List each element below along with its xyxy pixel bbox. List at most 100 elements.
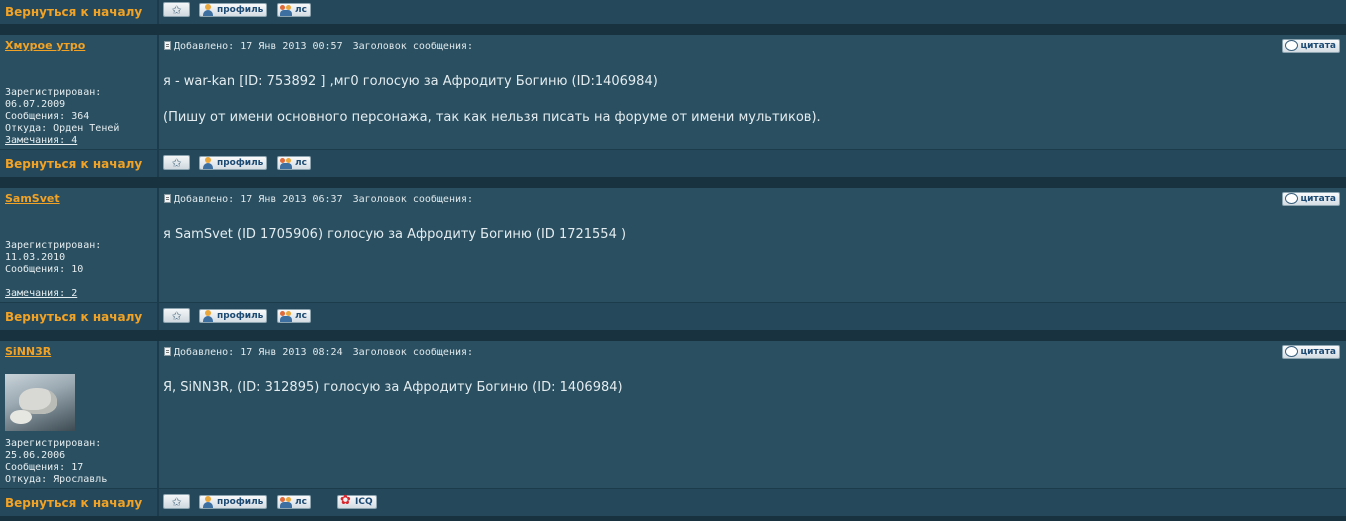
- footer-right-cell: ✩ профиль лс ICQ: [159, 489, 1346, 516]
- pm-button-label: лс: [295, 5, 307, 15]
- quote-button[interactable]: цитата: [1282, 192, 1340, 206]
- footer-right-cell: ✩ профиль лс: [159, 150, 1346, 177]
- quote-button[interactable]: цитата: [1282, 39, 1340, 53]
- user-location: Откуда: Ярославль: [5, 474, 108, 485]
- people-icon: [280, 496, 293, 508]
- footer-left-cell: Вернуться к началу: [0, 303, 157, 330]
- profile-button[interactable]: профиль: [199, 309, 268, 323]
- posted-label: Добавлено:: [174, 194, 235, 205]
- post-header: Добавлено: 17 Янв 2013 00:57 Заголовок с…: [164, 41, 473, 52]
- profile-button-label: профиль: [217, 158, 264, 168]
- message-count: Сообщения: 10: [5, 264, 84, 275]
- post-text: я - war-kan [ID: 753892 ] ,мг0 голосую з…: [163, 74, 658, 89]
- posted-label: Добавлено:: [174, 347, 235, 358]
- star-button[interactable]: ✩: [163, 308, 190, 323]
- footer-left-cell: Вернуться к началу: [0, 489, 157, 516]
- warnings-link[interactable]: Замечания: 4: [5, 135, 119, 147]
- quote-button[interactable]: цитата: [1282, 345, 1340, 359]
- post-date: 17 Янв 2013 00:57: [240, 41, 343, 52]
- post-text: я SamSvet (ID 1705906) голосую за Афроди…: [163, 227, 627, 242]
- post-footer-bar: Вернуться к началу ✩ профиль лс: [0, 150, 1346, 177]
- post-body-cell: [159, 188, 1346, 302]
- back-to-top-link[interactable]: Вернуться к началу: [5, 310, 142, 324]
- speech-bubble-icon: [1285, 193, 1299, 205]
- post-date: 17 Янв 2013 08:24: [240, 347, 343, 358]
- speech-bubble-icon: [1285, 40, 1299, 52]
- post: Хмурое утро Зарегистрирован: 06.07.2009 …: [0, 35, 1346, 149]
- post-body-cell: [159, 341, 1346, 488]
- profile-button-label: профиль: [217, 311, 264, 321]
- posted-label: Добавлено:: [174, 41, 235, 52]
- post-body-cell: [159, 35, 1346, 149]
- pm-button-label: лс: [295, 497, 307, 507]
- user-info: Зарегистрирован: 25.06.2006 Сообщения: 1…: [5, 438, 107, 486]
- star-button[interactable]: ✩: [163, 155, 190, 170]
- back-to-top-link[interactable]: Вернуться к началу: [5, 496, 142, 510]
- post-separator: [0, 330, 1346, 341]
- person-icon: [202, 157, 215, 169]
- footer-left-cell: Вернуться к началу: [0, 150, 157, 177]
- star-icon: ✩: [171, 2, 182, 17]
- profile-button-label: профиль: [217, 5, 264, 15]
- message-count: Сообщения: 17: [5, 462, 84, 473]
- warnings-link[interactable]: Замечания: 2: [5, 288, 101, 300]
- post-text: (Пишу от имени основного персонажа, так …: [163, 110, 821, 125]
- footer-right-cell: ✩ профиль лс: [159, 0, 1346, 24]
- post-separator: [0, 516, 1346, 521]
- pm-button[interactable]: лс: [277, 3, 311, 17]
- subject-label: Заголовок сообщения:: [352, 347, 474, 358]
- star-button[interactable]: ✩: [163, 494, 190, 509]
- pm-button-label: лс: [295, 158, 307, 168]
- subject-label: Заголовок сообщения:: [352, 194, 474, 205]
- pm-button[interactable]: лс: [277, 309, 311, 323]
- pm-button[interactable]: лс: [277, 495, 311, 509]
- post-separator: [0, 177, 1346, 188]
- document-icon[interactable]: [164, 41, 171, 50]
- user-info: Зарегистрирован: 11.03.2010 Сообщения: 1…: [5, 240, 101, 300]
- message-count: Сообщения: 364: [5, 111, 90, 122]
- quote-button-label: цитата: [1300, 194, 1336, 204]
- footer-right-cell: ✩ профиль лс: [159, 303, 1346, 330]
- avatar: [5, 374, 75, 431]
- person-icon: [202, 310, 215, 322]
- star-icon: ✩: [171, 155, 182, 170]
- back-to-top-link[interactable]: Вернуться к началу: [5, 157, 142, 171]
- post-header: Добавлено: 17 Янв 2013 06:37 Заголовок с…: [164, 194, 473, 205]
- post: SamSvet Зарегистрирован: 11.03.2010 Сооб…: [0, 188, 1346, 302]
- post-footer-bar: Вернуться к началу ✩ профиль лс ICQ: [0, 489, 1346, 516]
- quote-button-label: цитата: [1300, 41, 1336, 51]
- username-link[interactable]: SamSvet: [5, 192, 60, 205]
- post: SiNN3R Зарегистрирован: 25.06.2006 Сообщ…: [0, 341, 1346, 488]
- profile-button[interactable]: профиль: [199, 495, 268, 509]
- post-date: 17 Янв 2013 06:37: [240, 194, 343, 205]
- profile-button[interactable]: профиль: [199, 156, 268, 170]
- registered-label: Зарегистрирован:: [5, 87, 102, 98]
- document-icon[interactable]: [164, 194, 171, 203]
- quote-button-label: цитата: [1300, 347, 1336, 357]
- speech-bubble-icon: [1285, 346, 1299, 358]
- icq-button[interactable]: ICQ: [337, 493, 377, 509]
- author-cell: SamSvet Зарегистрирован: 11.03.2010 Сооб…: [0, 188, 157, 302]
- document-icon[interactable]: [164, 347, 171, 356]
- username-link[interactable]: SiNN3R: [5, 345, 51, 358]
- icq-button-label: ICQ: [355, 497, 373, 507]
- registered-date: 25.06.2006: [5, 450, 66, 461]
- post-footer-bar: Вернуться к началу ✩ профиль лс: [0, 0, 1346, 24]
- people-icon: [280, 157, 293, 169]
- author-cell: Хмурое утро Зарегистрирован: 06.07.2009 …: [0, 35, 157, 149]
- profile-button[interactable]: профиль: [199, 3, 268, 17]
- post-separator: [0, 24, 1346, 35]
- post-text: Я, SiNN3R, (ID: 312895) голосую за Афрод…: [163, 380, 623, 395]
- back-to-top-link[interactable]: Вернуться к началу: [5, 5, 142, 19]
- post-header: Добавлено: 17 Янв 2013 08:24 Заголовок с…: [164, 347, 473, 358]
- author-cell: SiNN3R Зарегистрирован: 25.06.2006 Сообщ…: [0, 341, 157, 488]
- star-button[interactable]: ✩: [163, 2, 190, 17]
- post-footer-bar: Вернуться к началу ✩ профиль лс: [0, 303, 1346, 330]
- star-icon: ✩: [171, 494, 182, 509]
- registered-label: Зарегистрирован:: [5, 438, 102, 449]
- star-icon: ✩: [171, 308, 182, 323]
- username-link[interactable]: Хмурое утро: [5, 39, 85, 52]
- user-location: Откуда: Орден Теней: [5, 123, 120, 134]
- pm-button[interactable]: лс: [277, 156, 311, 170]
